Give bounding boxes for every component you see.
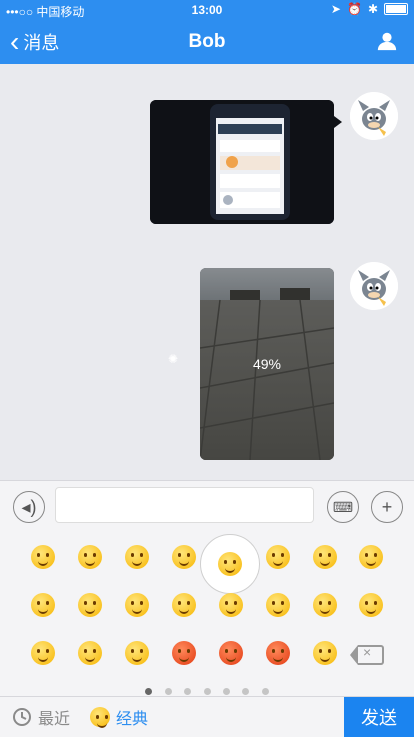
emoji-cool-icon[interactable] (125, 593, 149, 617)
cat-avatar-icon (350, 92, 398, 140)
emoji-angry-icon[interactable] (172, 641, 196, 665)
emoji-think-icon[interactable] (172, 545, 196, 569)
page-dot[interactable] (164, 688, 172, 695)
emoji-furious-icon[interactable] (266, 641, 290, 665)
tab-classic[interactable]: 经典 (90, 705, 148, 729)
image-message[interactable] (150, 100, 334, 224)
emoji-sunglasses-icon[interactable] (31, 641, 55, 665)
status-icons: ➤ ⏰ ✱ (331, 2, 408, 16)
bubble-tail (334, 116, 342, 128)
emoji-sweat-icon[interactable] (125, 545, 149, 569)
smile-icon (90, 707, 110, 728)
voice-button[interactable]: ◂) (13, 491, 45, 523)
close-icon: × (363, 644, 372, 660)
more-button[interactable]: + (371, 491, 403, 523)
emoji-smile-icon[interactable] (266, 593, 290, 617)
keyboard-button[interactable]: ⌨ (327, 491, 359, 523)
delete-emoji-button[interactable]: × (350, 644, 384, 665)
navigation-bar: •••○○ 中国移动 13:00 ➤ ⏰ ✱ ‹ 消息 Bob (0, 0, 414, 64)
location-icon: ➤ (330, 2, 341, 16)
page-dot[interactable] (184, 688, 192, 695)
battery-icon (384, 3, 408, 15)
page-dot[interactable] (203, 688, 211, 695)
emoji-shush-icon[interactable] (78, 593, 102, 617)
emoji-upset-icon[interactable] (31, 593, 55, 617)
emoji-heart-eyes-icon[interactable] (313, 593, 337, 617)
emoji-cry-icon[interactable] (359, 545, 383, 569)
tab-classic-label: 经典 (116, 711, 149, 728)
input-bar: ◂) ⌨ + (0, 480, 414, 531)
alarm-icon: ⏰ (346, 2, 362, 16)
page-title: Bob (188, 31, 226, 52)
page-dot[interactable] (261, 688, 269, 695)
image-message-uploading[interactable]: 49% (200, 268, 334, 460)
emoji-awkward-icon[interactable] (78, 641, 102, 665)
person-icon[interactable] (376, 30, 398, 52)
emoji-smirk-icon[interactable] (313, 545, 337, 569)
message-image (150, 100, 334, 224)
page-dot[interactable] (242, 688, 250, 695)
avatar[interactable] (350, 92, 398, 140)
emoji-hat-icon[interactable] (266, 545, 290, 569)
emoji-tab-bar: 最近 经典 发送 (0, 696, 414, 737)
clock-icon (13, 708, 31, 726)
avatar[interactable] (350, 262, 398, 310)
voice-icon: ◂) (21, 496, 37, 517)
status-bar: •••○○ 中国移动 13:00 ➤ ⏰ ✱ (0, 0, 414, 20)
send-button[interactable]: 发送 (344, 697, 414, 737)
tab-recent[interactable]: 最近 (12, 705, 70, 729)
emoji-wink-icon[interactable] (313, 641, 337, 665)
tab-recent-label: 最近 (38, 711, 71, 728)
emoji-dizzy-icon[interactable] (359, 593, 383, 617)
emoji-preview-icon (218, 552, 242, 576)
chat-area: 49% ✺ (0, 64, 414, 480)
emoji-grin-icon[interactable] (31, 545, 55, 569)
loading-spinner-icon: ✺ (168, 352, 179, 366)
emoji-mad-icon[interactable] (219, 641, 243, 665)
page-dot[interactable] (145, 688, 153, 695)
message-input[interactable] (55, 487, 314, 523)
keyboard-icon: ⌨ (332, 498, 354, 515)
emoji-tongue-icon[interactable] (78, 545, 102, 569)
emoji-preview (200, 534, 260, 594)
emoji-happy-icon[interactable] (125, 641, 149, 665)
page-dot[interactable] (222, 688, 230, 695)
bluetooth-icon: ✱ (367, 2, 378, 16)
plus-icon: + (381, 496, 393, 517)
emoji-hug-icon[interactable] (219, 593, 243, 617)
emoji-laugh-icon[interactable] (172, 593, 196, 617)
cat-avatar-icon (350, 262, 398, 310)
upload-progress-text: 49% (252, 356, 282, 372)
